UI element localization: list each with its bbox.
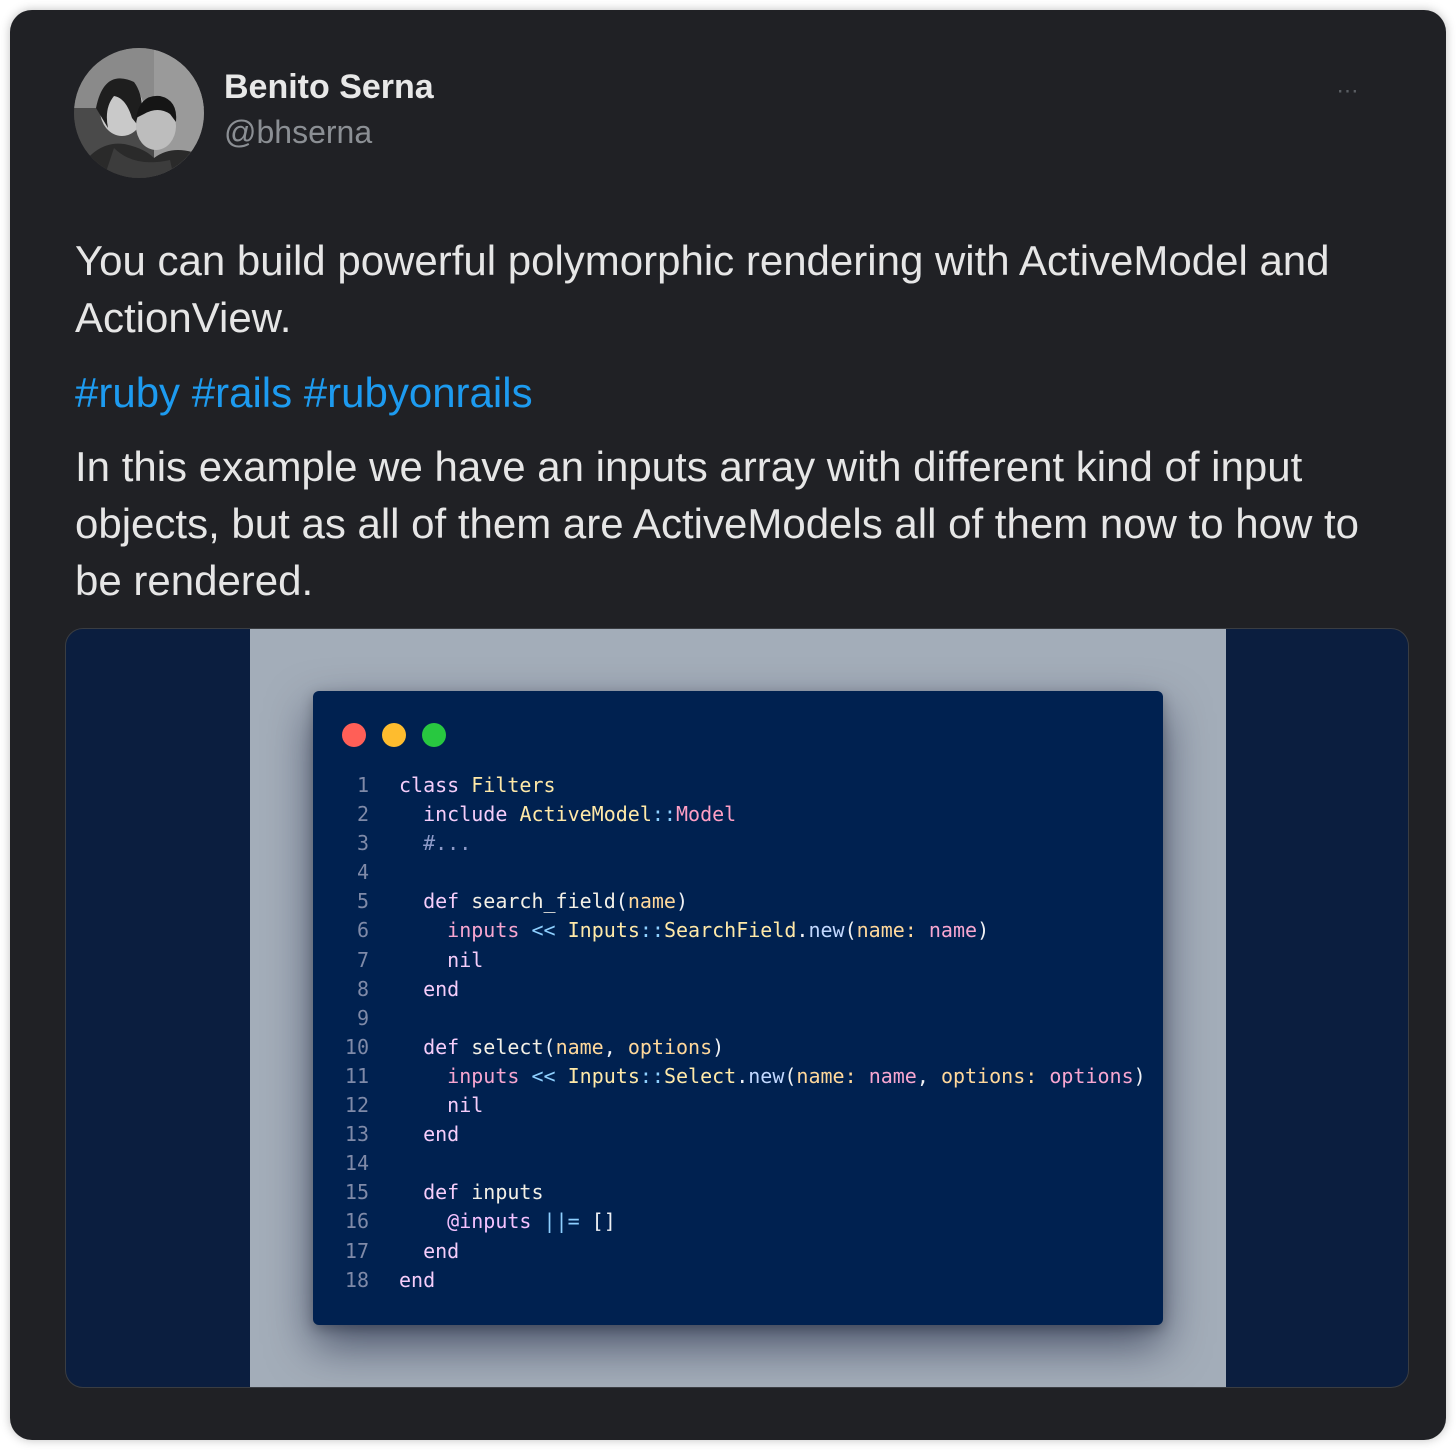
code-line: 10 def select(name, options)	[313, 1033, 1163, 1062]
code-line: 1 class Filters	[313, 771, 1163, 800]
code-screenshot-frame: 1 class Filters2 include ActiveModel::Mod…	[250, 629, 1226, 1387]
code-line: 14	[313, 1149, 1163, 1178]
code-text: def search_field(name)	[423, 889, 689, 914]
line-number: 10	[344, 1034, 369, 1059]
code-line: 16 @inputs ||= []	[313, 1207, 1163, 1236]
hashtag-link[interactable]: #rails	[192, 369, 292, 416]
code-text: inputs << Inputs::SearchField.new(name: …	[447, 918, 990, 943]
line-number: 8	[356, 976, 369, 1001]
hashtag-link[interactable]: #ruby	[75, 369, 180, 416]
line-number: 1	[356, 773, 369, 797]
code-line: 15 def inputs	[313, 1178, 1163, 1207]
code-line: 7 nil	[313, 946, 1163, 975]
code-text: include ActiveModel::Model	[423, 802, 737, 827]
code-line: 9	[313, 1004, 1163, 1033]
line-number: 3	[356, 831, 369, 856]
author-handle[interactable]: @bhserna	[224, 114, 372, 151]
tweet-card: Benito Serna @bhserna ⋯ You can build po…	[10, 10, 1446, 1440]
code-text: end	[423, 976, 460, 1001]
line-number: 15	[344, 1180, 369, 1205]
code-text: def select(name, options)	[423, 1034, 725, 1059]
tweet-text-paragraph: You can build powerful polymorphic rende…	[75, 237, 1330, 341]
code-line: 8 end	[313, 975, 1163, 1004]
code-line: 17 end	[313, 1237, 1163, 1266]
code-text: end	[423, 1122, 460, 1147]
code-line: 2 include ActiveModel::Model	[313, 800, 1163, 829]
line-number: 17	[344, 1238, 369, 1263]
code-text: class Filters	[399, 773, 556, 797]
code-line: 12 nil	[313, 1091, 1163, 1120]
code-line: 6 inputs << Inputs::SearchField.new(name…	[313, 916, 1163, 945]
line-number: 16	[344, 1209, 369, 1234]
code-text: inputs << Inputs::Select.new(name: name,…	[447, 1063, 1146, 1088]
code-line: 5 def search_field(name)	[313, 887, 1163, 916]
line-number: 9	[356, 1005, 369, 1030]
profile-photo-icon	[74, 48, 204, 178]
line-number: 5	[356, 889, 369, 914]
code-text: #...	[423, 831, 472, 856]
line-number: 11	[344, 1063, 369, 1088]
tweet-media-image[interactable]: 1 class Filters2 include ActiveModel::Mod…	[65, 628, 1409, 1388]
code-line: 4	[313, 858, 1163, 887]
line-number: 12	[344, 1093, 369, 1118]
code-text: nil	[447, 1093, 484, 1118]
hashtag-link[interactable]: #rubyonrails	[304, 369, 533, 416]
tweet-text-paragraph: In this example we have an inputs array …	[75, 443, 1359, 604]
tweet-hashtags: #ruby #rails #rubyonrails	[75, 364, 1395, 421]
more-options-icon[interactable]: ⋯	[1328, 76, 1368, 106]
line-number: 14	[344, 1151, 369, 1176]
window-minimize-dot-icon	[382, 723, 406, 747]
code-line: 3 #...	[313, 829, 1163, 858]
window-maximize-dot-icon	[422, 723, 446, 747]
code-text: nil	[447, 947, 484, 972]
line-number: 6	[356, 918, 369, 943]
line-number: 7	[356, 947, 369, 972]
code-text: def inputs	[423, 1180, 544, 1205]
line-number: 13	[344, 1122, 369, 1147]
line-number: 18	[344, 1267, 369, 1292]
code-text: @inputs ||= []	[447, 1209, 616, 1234]
window-close-dot-icon	[342, 723, 366, 747]
code-line: 18 end	[313, 1266, 1163, 1295]
code-line: 11 inputs << Inputs::Select.new(name: na…	[313, 1062, 1163, 1091]
code-text: end	[423, 1238, 460, 1263]
code-window: 1 class Filters2 include ActiveModel::Mod…	[313, 691, 1163, 1325]
avatar[interactable]	[74, 48, 204, 178]
code-text: end	[399, 1267, 436, 1292]
author-name[interactable]: Benito Serna	[224, 68, 434, 107]
code-line: 13 end	[313, 1120, 1163, 1149]
code-block: 1 class Filters2 include ActiveModel::Mod…	[313, 771, 1163, 1295]
line-number: 4	[356, 860, 369, 885]
line-number: 2	[356, 802, 369, 827]
